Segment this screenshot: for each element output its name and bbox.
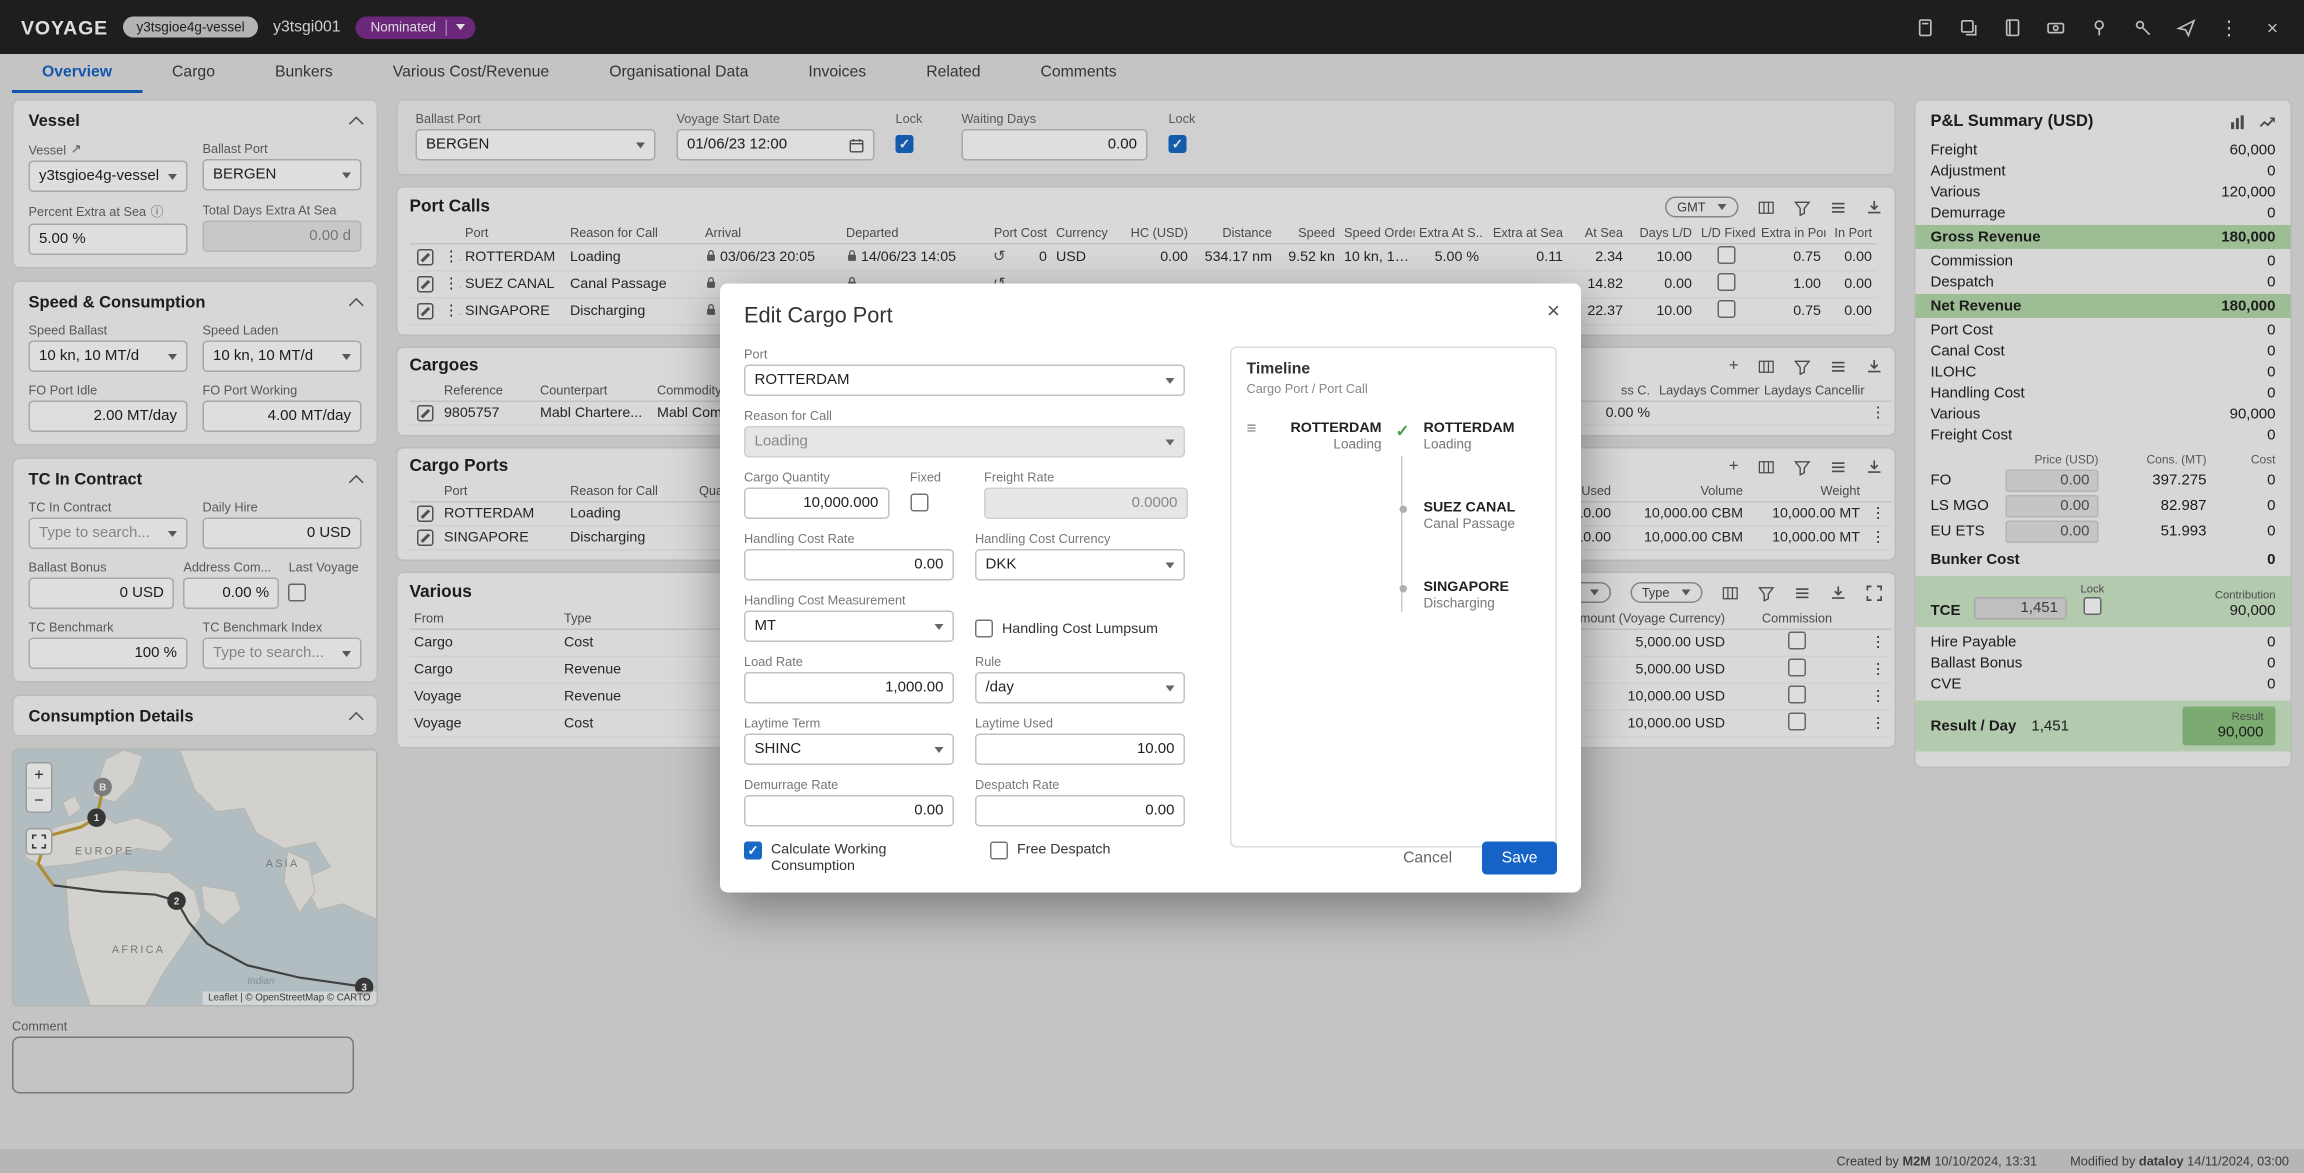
drag-handle-icon[interactable]: ≡ (1247, 420, 1271, 438)
port-select[interactable]: ROTTERDAM (744, 365, 1185, 397)
voyage-app: VOYAGE y3tsgioe4g-vessel y3tsgi001 Nomin… (0, 0, 2304, 1173)
chevron-down-icon (1166, 685, 1175, 691)
edit-cargo-port-dialog: Edit Cargo Port × Port ROTTERDAM Reason … (720, 284, 1581, 893)
timeline-port-call-reason: Canal Passage (1424, 516, 1541, 531)
port-label: Port (744, 347, 1185, 362)
cargo-port-form: Port ROTTERDAM Reason for Call Loading C… (744, 347, 1188, 887)
chevron-down-icon (1166, 439, 1175, 445)
despatch-rate-label: Despatch Rate (975, 777, 1185, 792)
rule-select[interactable]: /day (975, 672, 1185, 704)
handling-cost-measurement-label: Handling Cost Measurement (744, 593, 954, 608)
demurrage-rate-label: Demurrage Rate (744, 777, 954, 792)
rule-label: Rule (975, 654, 1185, 669)
timeline-marker (1388, 500, 1418, 514)
timeline-port-call-name: ROTTERDAM (1424, 420, 1541, 437)
load-rate-input[interactable]: 1,000.00 (744, 672, 954, 704)
fixed-label: Fixed (910, 470, 963, 485)
laytime-term-label: Laytime Term (744, 716, 954, 731)
timeline-rows: ≡ ROTTERDAM Loading ROTTERDAM Loading (1247, 420, 1541, 611)
free-despatch-label: Free Despatch (1017, 842, 1110, 859)
calculate-working-consumption-checkbox[interactable] (744, 842, 762, 860)
cargo-quantity-label: Cargo Quantity (744, 470, 889, 485)
timeline-cargo-port-reason: Loading (1271, 437, 1382, 452)
timeline-row[interactable]: ≡ SUEZ CANAL Canal Passage (1247, 500, 1541, 532)
reason-for-call-label: Reason for Call (744, 408, 1185, 423)
load-rate-label: Load Rate (744, 654, 954, 669)
close-icon[interactable]: × (1547, 299, 1560, 325)
demurrage-rate-input[interactable]: 0.00 (744, 795, 954, 827)
chevron-down-icon (935, 746, 944, 752)
timeline-port-call-name: SUEZ CANAL (1424, 500, 1541, 517)
handling-cost-rate-input[interactable]: 0.00 (744, 549, 954, 581)
timeline-marker (1388, 420, 1418, 441)
laytime-used-input[interactable]: 10.00 (975, 734, 1185, 766)
freight-rate-label: Freight Rate (984, 470, 1188, 485)
handling-cost-lumpsum-checkbox[interactable] (975, 620, 993, 638)
calculate-working-consumption-label: Calculate Working Consumption (771, 842, 936, 875)
timeline-row[interactable]: ≡ SINGAPORE Discharging (1247, 579, 1541, 611)
cargo-quantity-input[interactable]: 10,000.000 (744, 488, 889, 520)
cancel-button[interactable]: Cancel (1397, 843, 1458, 873)
free-despatch-checkbox[interactable] (990, 842, 1008, 860)
laytime-term-select[interactable]: SHINC (744, 734, 954, 766)
freight-rate-input: 0.0000 (984, 488, 1188, 520)
handling-cost-currency-select[interactable]: DKK (975, 549, 1185, 581)
handling-cost-currency-label: Handling Cost Currency (975, 531, 1185, 546)
handling-cost-measurement-select[interactable]: MT (744, 611, 954, 643)
handling-cost-rate-label: Handling Cost Rate (744, 531, 954, 546)
handling-cost-lumpsum-label: Handling Cost Lumpsum (1002, 620, 1158, 637)
chevron-down-icon (1166, 562, 1175, 568)
timeline-port-call-name: SINGAPORE (1424, 579, 1541, 596)
timeline-marker (1388, 579, 1418, 593)
reason-for-call-select: Loading (744, 426, 1185, 458)
dialog-title: Edit Cargo Port (744, 305, 1557, 329)
chevron-down-icon (1166, 377, 1175, 383)
timeline-title: Timeline (1247, 360, 1541, 378)
save-button[interactable]: Save (1482, 842, 1557, 875)
timeline-cargo-port-name: ROTTERDAM (1271, 420, 1382, 437)
timeline-subtitle: Cargo Port / Port Call (1247, 381, 1541, 396)
timeline-panel: Timeline Cargo Port / Port Call ≡ ROTTER… (1230, 347, 1557, 848)
timeline-port-call-reason: Discharging (1424, 596, 1541, 611)
fixed-checkbox[interactable] (910, 494, 928, 512)
laytime-used-label: Laytime Used (975, 716, 1185, 731)
timeline-row[interactable]: ≡ ROTTERDAM Loading ROTTERDAM Loading (1247, 420, 1541, 452)
chevron-down-icon (935, 623, 944, 629)
timeline-port-call-reason: Loading (1424, 437, 1541, 452)
despatch-rate-input[interactable]: 0.00 (975, 795, 1185, 827)
